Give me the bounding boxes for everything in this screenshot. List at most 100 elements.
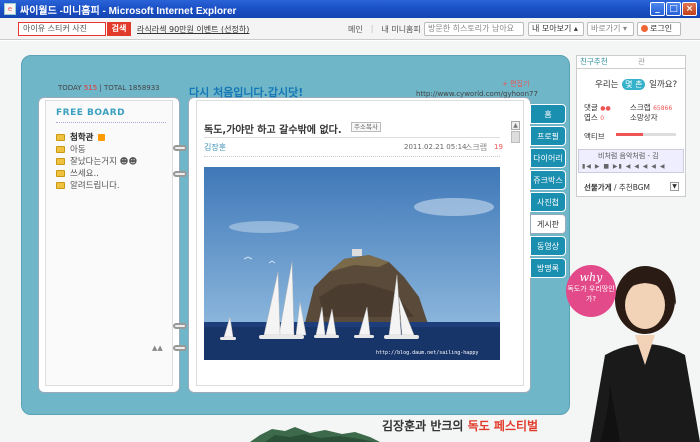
binder-ring [173,145,187,151]
divider [576,68,686,69]
window-titlebar[interactable]: e 싸이월드 -미니홈피 - Microsoft Internet Explor… [0,0,700,18]
island-decoration [250,427,380,442]
ad-bubble-word: why [579,271,603,284]
player-controls-icon[interactable]: ▮◀ ▶ ■ ▶▮ ◀ ◀ ◀ ◀ ◀ [582,163,665,170]
edit-link[interactable]: + 편집기 [502,79,529,89]
divider [204,156,500,157]
folder-label: 알려드립니다. [70,181,120,191]
window-title: 싸이월드 -미니홈피 - Microsoft Internet Explorer [20,5,237,17]
tab-home[interactable]: 홈 [530,104,566,124]
my-minihompy-link[interactable]: 내 미니홈피 [381,24,420,35]
friend-degree-button[interactable]: 몇 촌 [622,79,646,90]
login-label: 로그인 [650,24,673,33]
festival-prefix: 김장훈과 반크의 [382,419,464,433]
new-badge-icon [98,133,106,141]
bgm-links: 선물가게 / 추천BGM [584,182,650,193]
my-collection-button[interactable]: 내 모아보기 ▴ [528,22,584,36]
top-navigation-bar: 아이유 스티커 사진 검색 라식라섹 90만원 이벤트 (선정하) 메인 | 내… [0,18,700,40]
scrap-stat-value: 65866 [653,105,673,112]
history-button[interactable]: 방문한 히스토리가 남아요 [424,22,524,36]
binder-ring [173,345,187,351]
search-input[interactable]: 아이유 스티커 사진 [18,22,106,36]
binder-ring [173,171,187,177]
folder-label: 아동 [70,145,86,155]
recommend-bgm-link[interactable]: / 추천BGM [614,183,650,192]
ad-bubble: why 독도가 우리땅인가? [566,265,616,317]
board-folder-list: 첨학관 아동 잘났다는거지 ☻☻ 쓰세요.. 알려드립니다. [56,131,137,191]
activity-bar-fill [616,133,643,136]
login-icon [641,25,648,32]
stat-sticker: 엽스 0 [584,112,604,123]
board-folder-item[interactable]: 잘났다는거지 ☻☻ [56,155,137,167]
folder-label: 첨학관 [70,133,94,143]
friend-degree-suffix: 일까요? [649,80,678,90]
chevron-down-icon[interactable]: ▼ [670,182,679,191]
folder-label: 쓰세요.. [70,169,99,179]
comment-value: ●● [600,105,611,112]
tab-diary[interactable]: 다이어리 [530,148,566,168]
post-date: 2011.02.21 05:14 [404,143,467,151]
tab-jukebox[interactable]: 쥬크박스 [530,170,566,190]
divider [204,137,500,138]
total-count: 1858933 [128,84,160,92]
song-title: 비처럼 음악처럼 - 김 [598,152,659,160]
folder-label: 잘났다는거지 ☻☻ [70,157,138,167]
board-title: FREE BOARD [56,108,126,118]
ie-app-icon: e [4,3,16,15]
login-button[interactable]: 로그인 [637,22,681,36]
scroll-up-icon[interactable]: ▲ [511,121,520,130]
post-author[interactable]: 김장훈 [204,142,226,153]
binder-ring [173,323,187,329]
close-button[interactable]: × [682,2,697,16]
maximize-button[interactable]: □ [666,2,681,16]
divider [56,122,166,123]
board-folder-item[interactable]: 아동 [56,143,137,155]
sticker-label: 엽스 [584,113,598,122]
tab-other[interactable]: 관 [638,56,645,68]
scrap-count: 19 [494,143,503,151]
image-credit: http://blog.daum.net/sailing-happy [376,350,479,356]
owner-label: 소망상자 [630,113,658,122]
board-folder-item[interactable]: 쓰세요.. [56,167,137,179]
tab-profile[interactable]: 프로필 [530,126,566,146]
goto-button[interactable]: 바로가기 ▾ [587,22,634,36]
scrap-label[interactable]: 스크랩 [465,142,487,153]
comment-label: 댓글 [584,103,598,112]
board-folder-item[interactable]: 첨학관 [56,131,137,143]
total-label: TOTAL [104,84,127,92]
gift-shop-link[interactable]: 선물가게 [584,183,612,192]
folder-icon [56,169,65,177]
homepage-url[interactable]: http://www.cyworld.com/gyhoon77 [416,90,538,98]
folder-icon [56,181,65,189]
festival-banner[interactable]: 김장훈과 반크의 독도 페스티벌 [382,417,538,434]
friend-degree-prefix: 우리는 [595,80,619,90]
today-count: 515 [83,84,98,92]
today-label: TODAY [58,84,82,92]
folder-icon [56,145,65,153]
ad-banner[interactable] [550,205,700,442]
friend-degree-text: 우리는 몇 촌 일까요? [595,78,677,90]
visitor-counter: TODAY 515 | TOTAL 1858933 [58,84,160,92]
folder-icon [56,157,65,165]
promo-link[interactable]: 라식라섹 90만원 이벤트 (선정하) [137,24,249,35]
copy-address-button[interactable]: 주소복사 [351,122,381,132]
activity-label: 액티브 [584,132,605,141]
folder-icon [56,133,65,141]
festival-highlight: 독도 페스티벌 [467,419,539,433]
search-button[interactable]: 검색 [107,22,131,36]
minimize-button[interactable]: _ [650,2,665,16]
scrollbar-thumb[interactable] [511,131,520,143]
homepage-greeting: 다시 처음입니다.갑시닷! [189,86,304,99]
board-folder-item[interactable]: 알려드립니다. [56,179,137,191]
collapse-arrows-icon[interactable]: ▲▲ [152,344,163,352]
main-link[interactable]: 메인 [348,24,363,35]
sticker-value: 0 [600,115,605,122]
friend-panel [576,55,686,197]
post-photo [204,167,500,360]
scrap-stat-label: 스크랩 [630,103,651,112]
tab-friend-recommend[interactable]: 친구추천 [580,56,608,68]
ad-bubble-text: 독도가 우리땅인가? [567,285,615,303]
link-separator: | [370,24,374,33]
post-title: 독도,가야만 하고 갈수밖에 없다. [204,125,342,136]
activity-bar [616,133,676,136]
